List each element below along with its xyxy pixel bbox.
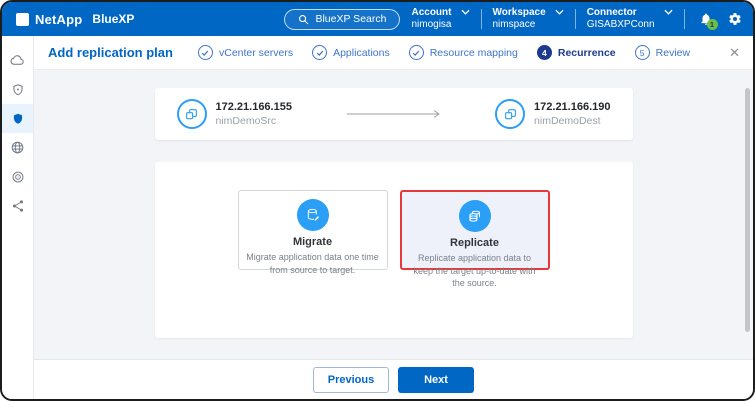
brand-netapp: NetApp <box>35 12 82 27</box>
step-label: Recurrence <box>558 47 616 59</box>
wizard-header: Add replication plan vCenter servers App… <box>34 36 753 70</box>
sidebar-item-mobility[interactable] <box>2 133 33 162</box>
sidebar-item-extensions[interactable] <box>2 191 33 220</box>
connector-value: GISABXPConn <box>587 19 655 32</box>
replicate-stack-icon <box>466 208 483 225</box>
workspace-value: nimspace <box>493 19 546 32</box>
page-title: Add replication plan <box>48 45 173 60</box>
target-icon <box>11 170 25 184</box>
search-icon <box>298 14 309 25</box>
vcenter-icon <box>184 107 199 122</box>
topbar-icons: 1 ? <box>699 12 755 27</box>
account-value: nimogisa <box>411 19 451 32</box>
step-label: Resource mapping <box>430 47 518 59</box>
notification-badge: 1 <box>707 19 718 30</box>
main-column: Add replication plan vCenter servers App… <box>34 36 753 399</box>
step-review[interactable]: 5 Review <box>635 45 690 60</box>
previous-button[interactable]: Previous <box>313 367 389 393</box>
arrow-right-icon <box>346 109 442 119</box>
divider <box>684 9 685 29</box>
shield-icon <box>11 112 25 126</box>
account-label: Account <box>411 7 451 20</box>
gear-icon <box>728 12 742 26</box>
wizard-footer: Previous Next <box>34 359 753 399</box>
step-applications[interactable]: Applications <box>312 45 390 60</box>
bluexp-search[interactable]: BlueXP Search <box>284 9 400 30</box>
shield-heart-icon <box>11 83 25 97</box>
replicate-option-card-selected[interactable]: Replicate Replicate application data to … <box>400 190 550 270</box>
globe-icon <box>10 140 25 155</box>
step-number: 4 <box>537 45 552 60</box>
cloud-icon <box>10 53 25 68</box>
source-endpoint: 172.21.166.155 nimDemoSrc <box>177 99 292 129</box>
step-label: vCenter servers <box>219 47 293 59</box>
notifications-button[interactable]: 1 <box>699 12 713 26</box>
wizard-steps: vCenter servers Applications Resource ma… <box>173 45 715 60</box>
source-name: nimDemoSrc <box>216 115 292 127</box>
recurrence-panel: Migrate Migrate application data one tim… <box>155 162 633 338</box>
source-ip: 172.21.166.155 <box>216 101 292 113</box>
migrate-title: Migrate <box>293 236 332 248</box>
close-icon[interactable]: ✕ <box>729 46 740 59</box>
brand-bluexp: BlueXP <box>92 12 134 26</box>
next-button[interactable]: Next <box>398 367 474 393</box>
share-nodes-icon <box>11 199 25 213</box>
netapp-logo-icon <box>16 13 29 26</box>
target-endpoint: 172.21.166.190 nimDemoDest <box>495 99 610 129</box>
step-label: Review <box>656 47 690 59</box>
body-row: Add replication plan vCenter servers App… <box>2 36 753 399</box>
wizard-content: 172.21.166.155 nimDemoSrc 172.21.166.190… <box>34 70 753 359</box>
endpoints-bar: 172.21.166.155 nimDemoSrc 172.21.166.190… <box>155 88 633 140</box>
target-ip: 172.21.166.190 <box>534 101 610 113</box>
chevron-down-icon <box>461 9 470 15</box>
check-icon <box>316 49 324 57</box>
account-menu[interactable]: Account nimogisa <box>400 7 480 32</box>
target-name: nimDemoDest <box>534 115 610 127</box>
step-resource-mapping[interactable]: Resource mapping <box>409 45 518 60</box>
brand: NetApp BlueXP <box>16 12 134 27</box>
migrate-description: Migrate application data one time from s… <box>246 251 380 276</box>
top-bar: NetApp BlueXP BlueXP Search Account nimo… <box>2 2 753 36</box>
sidebar-item-protection-active[interactable] <box>2 104 33 133</box>
vcenter-icon <box>503 107 518 122</box>
bluexp-window: NetApp BlueXP BlueXP Search Account nimo… <box>0 0 755 401</box>
connector-label: Connector <box>587 7 655 20</box>
header-menus: Account nimogisa Workspace nimspace Conn… <box>400 7 684 32</box>
sidebar-item-canvas[interactable] <box>2 46 33 75</box>
step-label: Applications <box>333 47 390 59</box>
step-vcenter-servers[interactable]: vCenter servers <box>198 45 293 60</box>
step-recurrence-current[interactable]: 4 Recurrence <box>537 45 616 60</box>
chevron-down-icon <box>664 9 673 15</box>
chevron-down-icon <box>555 9 564 15</box>
step-number: 5 <box>635 45 650 60</box>
sidebar-item-health[interactable] <box>2 75 33 104</box>
replicate-description: Replicate application data to keep the t… <box>409 252 541 290</box>
workspace-label: Workspace <box>493 7 546 20</box>
sidebar-item-observability[interactable] <box>2 162 33 191</box>
left-nav-sidebar <box>2 36 34 399</box>
search-label: BlueXP Search <box>315 13 386 25</box>
check-icon <box>201 49 209 57</box>
vertical-scrollbar[interactable] <box>745 88 750 332</box>
connector-menu[interactable]: Connector GISABXPConn <box>576 7 684 32</box>
replicate-title: Replicate <box>450 237 499 249</box>
check-icon <box>412 49 420 57</box>
settings-button[interactable] <box>728 12 742 26</box>
migrate-option-card[interactable]: Migrate Migrate application data one tim… <box>238 190 388 270</box>
migrate-database-icon <box>305 207 321 223</box>
workspace-menu[interactable]: Workspace nimspace <box>482 7 575 32</box>
